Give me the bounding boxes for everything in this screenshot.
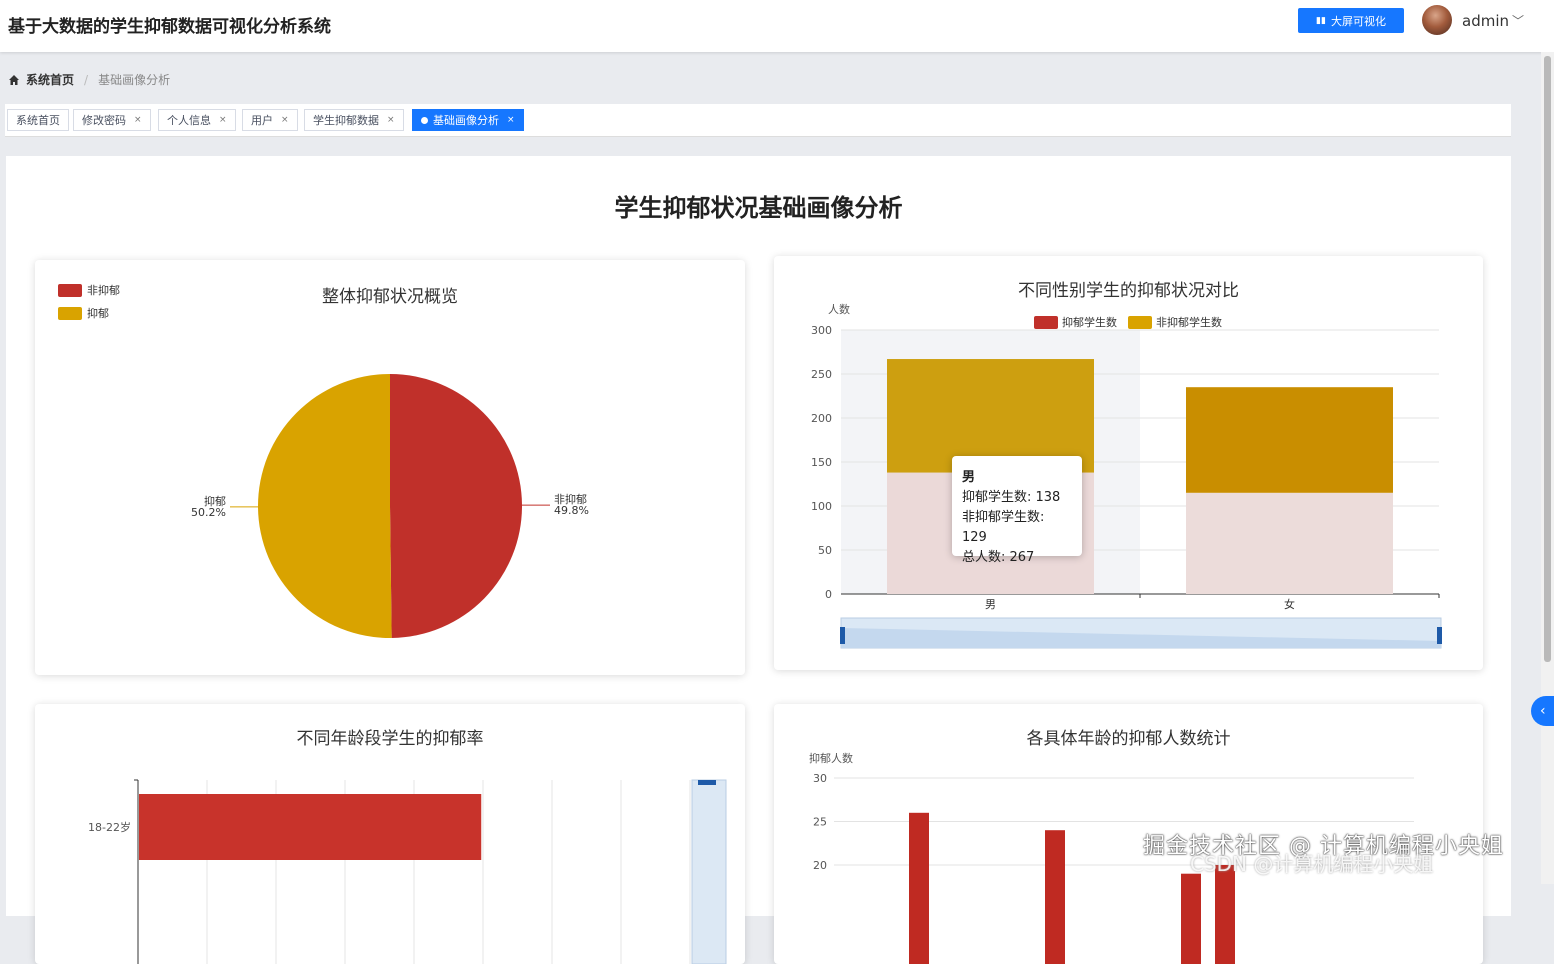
vertical-zoom-slider[interactable]: [691, 779, 727, 964]
tab-label: 基础画像分析: [433, 114, 499, 127]
y-tick-label: 100: [811, 500, 832, 513]
zoom-handle[interactable]: [698, 780, 716, 785]
legend-label: 抑郁学生数: [1062, 315, 1117, 329]
y-tick-label: 250: [811, 368, 832, 381]
tooltip-line: 抑郁学生数: 138: [962, 490, 1061, 505]
chart-tooltip: 男 抑郁学生数: 138 非抑郁学生数: 129 总人数: 267: [952, 456, 1082, 565]
overview-pie-chart[interactable]: 非抑郁抑郁 非抑郁49.8%抑郁50.2%: [35, 260, 745, 675]
main-content: 学生抑郁状况基础画像分析 整体抑郁状况概览 非抑郁 抑郁 非抑郁 49.8% 抑郁 50…: [6, 156, 1511, 964]
y-tick-label: 30: [813, 772, 827, 785]
y-tick-label: 50: [818, 544, 832, 557]
tab-home[interactable]: 系统首页: [7, 109, 69, 131]
breadcrumb-home[interactable]: 系统首页: [26, 71, 74, 88]
bar[interactable]: [1215, 865, 1235, 964]
legend-swatch: [1128, 316, 1152, 329]
x-tick-label: 女: [1284, 597, 1295, 611]
page-scrollbar[interactable]: [1541, 52, 1554, 884]
tab-student-data[interactable]: 学生抑郁数据 ×: [304, 109, 404, 131]
legend-item[interactable]: 非抑郁学生数: [1128, 315, 1222, 329]
tab-basic-portrait[interactable]: 基础画像分析 ×: [412, 109, 524, 131]
username[interactable]: admin: [1462, 12, 1509, 30]
close-icon[interactable]: ×: [134, 115, 142, 125]
zoom-handle-left[interactable]: [840, 627, 845, 644]
bar[interactable]: [139, 794, 482, 860]
breadcrumb-separator: /: [84, 72, 89, 87]
bar[interactable]: [1181, 873, 1201, 964]
close-icon[interactable]: ×: [387, 115, 395, 125]
legend-label: 非抑郁: [87, 283, 120, 297]
bar-depressed[interactable]: [1186, 492, 1393, 594]
overview-card: 整体抑郁状况概览 非抑郁 抑郁 非抑郁 49.8% 抑郁 50.2%: [35, 260, 745, 675]
tab-label: 个人信息: [167, 114, 211, 127]
tab-users[interactable]: 用户 ×: [242, 109, 298, 131]
bigscreen-button[interactable]: ▮▮ 大屏可视化: [1298, 8, 1404, 33]
pie-slice[interactable]: [257, 374, 392, 638]
app-title: 基于大数据的学生抑郁数据可视化分析系统: [8, 17, 331, 37]
legend-item[interactable]: 抑郁学生数: [1034, 315, 1117, 329]
tags-view-bar: 系统首页 修改密码 × 个人信息 × 用户 × 学生抑郁数据 × 基础画像分析 …: [5, 104, 1511, 137]
tooltip-line: 总人数: 267: [962, 550, 1035, 565]
y-tick-label: 0: [825, 588, 832, 601]
legend-item[interactable]: 抑郁: [58, 306, 109, 320]
tooltip-title: 男: [962, 470, 976, 485]
bigscreen-label: 大屏可视化: [1330, 14, 1386, 28]
top-bar: 基于大数据的学生抑郁数据可视化分析系统 ▮▮ 大屏可视化 admin ﹀: [0, 0, 1554, 52]
bar[interactable]: [1045, 830, 1065, 964]
data-zoom-slider[interactable]: [840, 617, 1442, 649]
y-tick-label: 300: [811, 324, 832, 337]
tab-label: 系统首页: [16, 114, 60, 127]
tab-label: 用户: [251, 114, 273, 127]
page-title: 学生抑郁状况基础画像分析: [614, 194, 903, 222]
gender-card: 不同性别学生的抑郁状况对比 人数 抑郁学生数 非抑郁学生数 0 50 100 150 20…: [774, 256, 1483, 670]
legend-swatch: [58, 307, 82, 320]
y-tick-label: 25: [813, 816, 827, 829]
y-tick-label: 150: [811, 456, 832, 469]
legend-swatch: [58, 284, 82, 297]
legend-label: 非抑郁学生数: [1156, 315, 1222, 329]
gender-bar-chart[interactable]: 人数 抑郁学生数 非抑郁学生数 050100150200250300 男女: [774, 256, 1483, 670]
y-tick-label: 200: [811, 412, 832, 425]
legend-label: 抑郁: [87, 306, 109, 320]
scrollbar-thumb[interactable]: [1544, 56, 1551, 662]
y-axis-label: 抑郁人数: [809, 751, 853, 765]
slice-percent: 50.2%: [191, 506, 226, 519]
breadcrumb: 系统首页 / 基础画像分析: [8, 71, 170, 88]
legend-item[interactable]: 非抑郁: [58, 283, 120, 297]
avatar[interactable]: [1422, 5, 1452, 35]
tab-profile[interactable]: 个人信息 ×: [158, 109, 236, 131]
bar[interactable]: [909, 812, 929, 964]
x-tick-label: 男: [985, 598, 996, 611]
chevron-left-icon[interactable]: ‹: [1531, 696, 1554, 726]
tab-label: 学生抑郁数据: [313, 114, 379, 127]
close-icon[interactable]: ×: [281, 115, 289, 125]
age-group-card: 不同年龄段学生的抑郁率 18-22岁: [35, 704, 745, 964]
bar-chart-icon: ▮▮: [1316, 15, 1326, 26]
tab-label: 修改密码: [82, 114, 126, 127]
watermark-secondary: CSDN @计算机编程小央姐: [1190, 852, 1434, 876]
close-icon[interactable]: ×: [507, 115, 515, 125]
y-axis-label: 人数: [828, 303, 850, 316]
chevron-down-icon[interactable]: ﹀: [1512, 12, 1524, 29]
legend-swatch: [1034, 316, 1058, 329]
y-tick-label: 20: [813, 859, 827, 872]
age-group-bar-chart[interactable]: 18-22岁: [35, 704, 745, 964]
home-icon[interactable]: [8, 74, 20, 86]
breadcrumb-current: 基础画像分析: [98, 73, 171, 87]
pie-slice[interactable]: [390, 374, 522, 638]
bar-non-depressed[interactable]: [1186, 387, 1393, 493]
tooltip-line: 非抑郁学生数: 129: [962, 510, 1045, 545]
close-icon[interactable]: ×: [219, 115, 227, 125]
active-dot-icon: [421, 116, 428, 124]
y-tick-label: 18-22岁: [88, 820, 131, 834]
slice-percent: 49.8%: [554, 504, 589, 517]
zoom-handle-right[interactable]: [1437, 627, 1442, 644]
tab-change-password[interactable]: 修改密码 ×: [73, 109, 151, 131]
